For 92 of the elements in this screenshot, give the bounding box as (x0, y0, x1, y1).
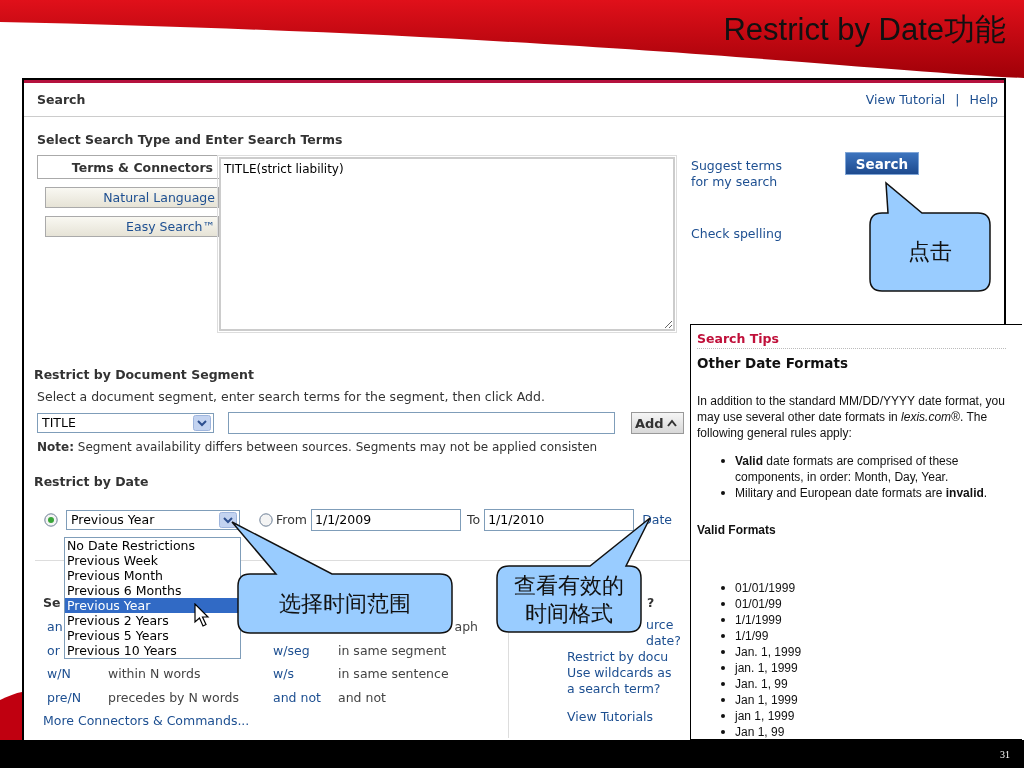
date-format: Jan 1, 99 (735, 724, 785, 740)
page-number: 31 (1000, 748, 1010, 760)
date-format: 1/1/99 (735, 628, 769, 644)
help-topic-link[interactable]: a search term? (567, 681, 661, 697)
operator-link[interactable]: pre/N (47, 689, 82, 706)
tips-paragraph: In addition to the standard MM/DD/YYYY date format, you may use several other date formats in lexis.com®. The following general rules apply: (697, 393, 1006, 441)
date-format: Jan. 1, 1999 (735, 644, 802, 660)
instruction-text: Select a document segment, enter search terms for the segment, then click Add. (37, 389, 545, 405)
note-text: Note: Segment availability differs between sources. Segments may not be applied consisten (37, 439, 598, 455)
bullet-icon (721, 650, 725, 654)
operator-description: precedes by N words (108, 689, 240, 706)
search-button[interactable]: Search (845, 152, 919, 175)
operator-link[interactable]: w/s (273, 666, 294, 682)
radio-button[interactable] (259, 513, 273, 527)
section-heading: Restrict by Document Segment (34, 367, 254, 383)
slide-title: Restrict by Date功能 (723, 12, 1006, 48)
bullet-icon (721, 666, 725, 670)
bullet-icon (721, 491, 725, 495)
tips-title: Other Date Formats (697, 355, 849, 371)
rule-text: Military and European date formats are invalid. (735, 485, 988, 501)
dropdown-option[interactable]: Previous 5 Years (65, 628, 240, 643)
bullet-icon (721, 730, 725, 734)
operator-description: aph (454, 619, 478, 635)
date-format: 1/1/1999 (735, 612, 782, 628)
search-type-tab[interactable]: Terms & Connectors (37, 155, 219, 179)
bullet-icon (721, 634, 725, 638)
decorative-swoosh (0, 690, 22, 740)
side-link[interactable]: Check spelling (691, 226, 799, 242)
header-link[interactable]: Help (969, 91, 998, 108)
search-type-tab[interactable]: Natural Language (45, 187, 219, 208)
bullet-icon (721, 714, 725, 718)
help-topic-link[interactable]: Restrict by docu (567, 649, 669, 665)
date-format: Jan 1, 1999 (735, 692, 798, 708)
to-date-field[interactable]: 1/1/2010 (484, 509, 635, 531)
operator-description: within N words (108, 666, 201, 682)
more-connectors-link[interactable]: More Connectors & Commands... (43, 713, 250, 729)
tips-subheading: Valid Formats (697, 522, 777, 538)
date-format: 01/01/1999 (735, 580, 796, 596)
date-format: 01/01/99 (735, 596, 782, 612)
operator-link[interactable]: w/N (47, 666, 71, 682)
search-type-tab[interactable]: Easy Search™ (45, 216, 219, 237)
dropdown-option[interactable]: Previous 6 Months (65, 583, 240, 598)
callout-text: 选择时间范围 (278, 590, 412, 618)
help-topic-link[interactable]: View Tutorials (567, 709, 654, 725)
bullet-icon (721, 602, 725, 606)
dropdown-option[interactable]: Previous Week (65, 553, 240, 568)
bullet-icon (721, 682, 725, 686)
help-topic-link[interactable]: urce (646, 617, 674, 633)
dropdown-option[interactable]: Previous Month (65, 568, 240, 583)
separator: | (955, 91, 960, 108)
rule-text: Valid date formats are comprised of these components, in order: Month, Day, Year. (735, 453, 960, 485)
bullet-icon (721, 698, 725, 702)
bullet-icon (721, 459, 725, 463)
date-format: jan. 1, 1999 (735, 660, 798, 676)
date-range-select[interactable]: Previous Year (66, 510, 240, 530)
bullet-icon (721, 586, 725, 590)
operator-description: in same sentence (338, 666, 449, 682)
operator-description: and not (338, 689, 386, 706)
date-format: Jan. 1, 99 (735, 676, 788, 692)
query-field[interactable]: TITLE(strict liability) (219, 157, 675, 331)
operator-link[interactable]: and not (273, 689, 321, 706)
help-topic-link[interactable]: date? (646, 633, 681, 649)
section-heading: Se (43, 595, 61, 611)
caret-up-icon (665, 418, 678, 428)
field-label: From (276, 512, 307, 528)
tips-label: Search Tips (697, 331, 1006, 349)
add-button[interactable]: Add (631, 412, 684, 434)
header-link[interactable]: View Tutorial (865, 91, 946, 108)
dropdown-option[interactable]: Previous Year (65, 598, 240, 613)
from-date-field[interactable]: 1/1/2009 (311, 509, 461, 531)
section-heading: ? (647, 595, 655, 611)
operator-link[interactable]: w/seg (273, 642, 310, 659)
operator-description: in same segment (338, 642, 447, 659)
dropdown-option[interactable]: Previous 10 Years (65, 643, 240, 658)
operator-link[interactable]: or (47, 642, 60, 659)
field-label: To (467, 512, 481, 528)
side-link[interactable]: Suggest terms for my search (691, 158, 799, 190)
segment-terms-field[interactable] (228, 412, 615, 434)
radio-button[interactable] (44, 513, 58, 527)
section-heading: Select Search Type and Enter Search Terms (37, 132, 343, 148)
help-topic-link[interactable]: Use wildcards as (567, 665, 672, 681)
section-heading: Restrict by Date (34, 474, 149, 490)
callout-text: 查看有效的 时间格式 (513, 572, 625, 628)
segment-select[interactable]: TITLE (37, 413, 214, 433)
page-title: Search (37, 91, 86, 108)
dropdown-option[interactable]: Previous 2 Years (65, 613, 240, 628)
bullet-icon (721, 618, 725, 622)
dropdown-option[interactable]: No Date Restrictions (65, 538, 240, 553)
operator-link[interactable]: an (47, 619, 63, 635)
date-format: jan 1, 1999 (735, 708, 795, 724)
callout-text: 点击 (907, 238, 953, 266)
cursor-icon (194, 603, 210, 627)
